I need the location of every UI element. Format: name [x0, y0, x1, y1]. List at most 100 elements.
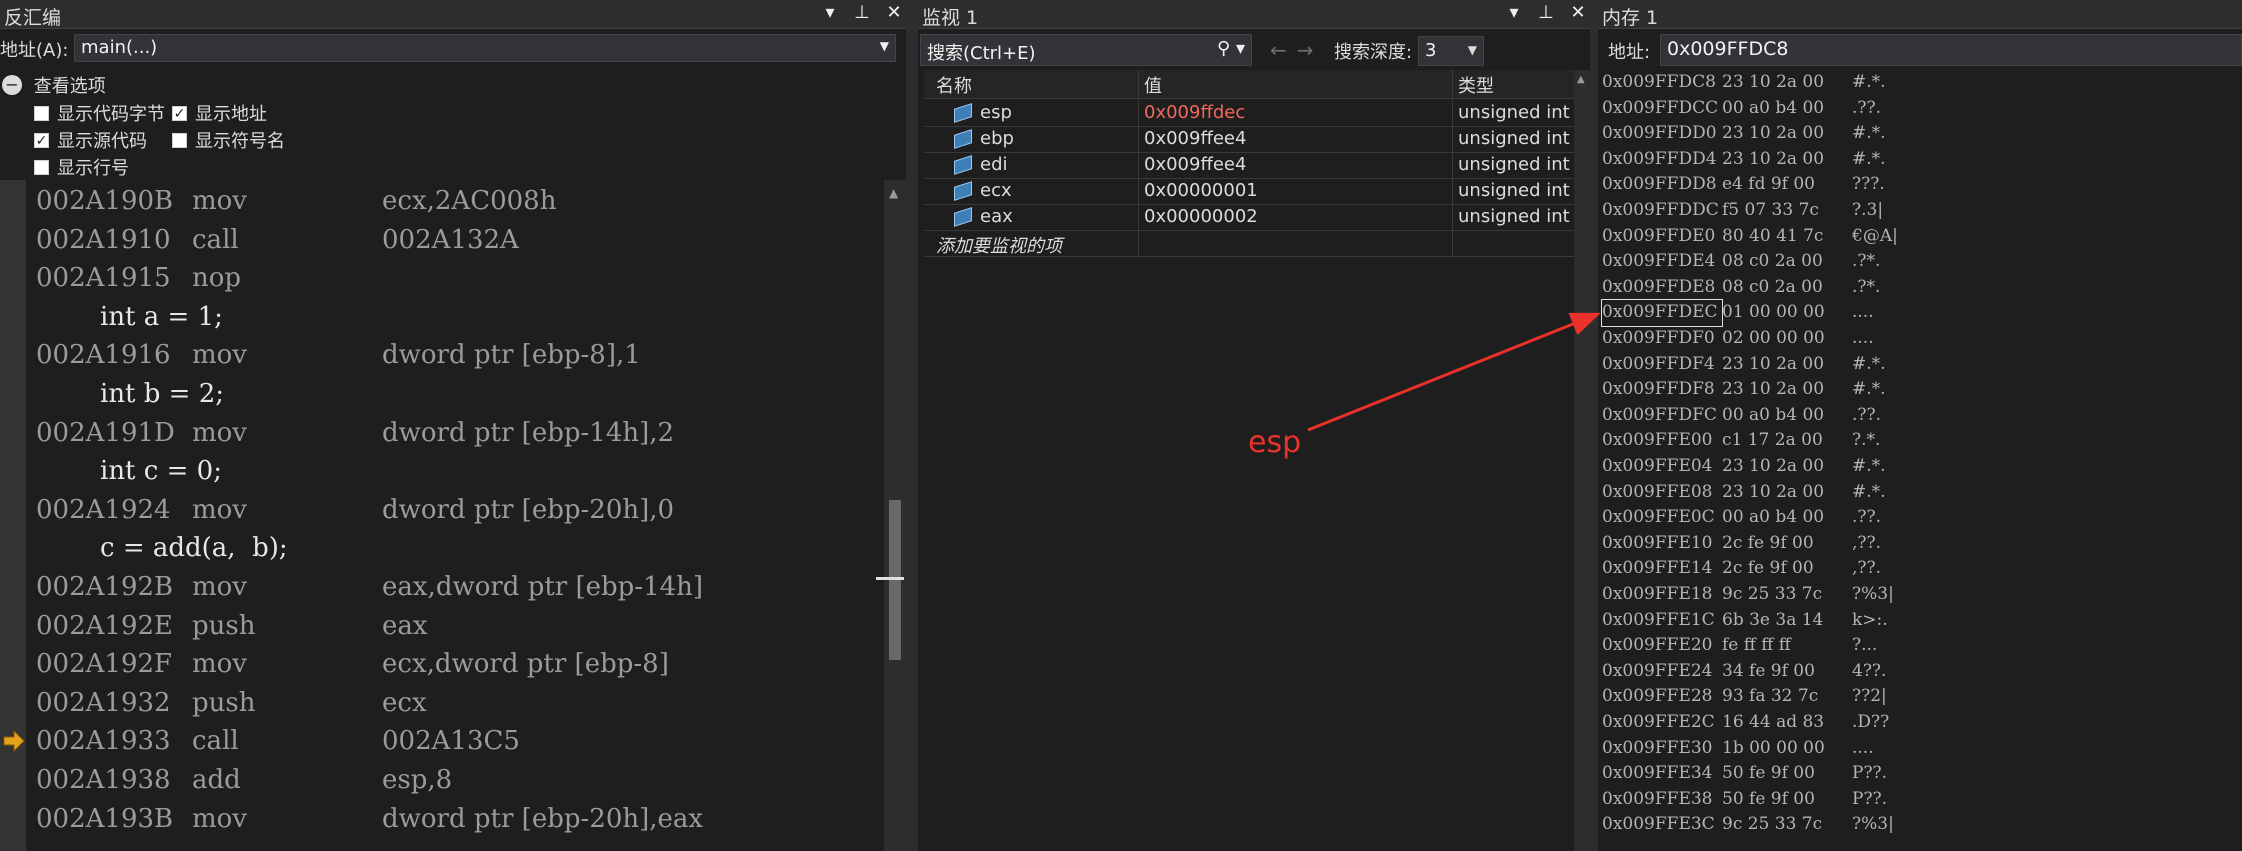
dropdown-icon[interactable]: ▾ [822, 2, 838, 23]
dropdown-icon[interactable]: ▾ [1506, 2, 1522, 23]
memory-bytes[interactable]: 23 10 2a 00 [1722, 147, 1852, 173]
asm-line[interactable]: 002A192E push eax [36, 607, 428, 645]
collapse-icon[interactable]: − [2, 75, 22, 95]
memory-line[interactable]: 0x009FFE1C 6b 3e 3a 14 k>:. [1602, 608, 1888, 634]
scroll-up-icon[interactable]: ▲ [889, 186, 898, 200]
memory-line[interactable]: 0x009FFE2C 16 44 ad 83 .D?? [1602, 710, 1889, 736]
memory-bytes[interactable]: 00 a0 b4 00 [1722, 505, 1852, 531]
memory-line[interactable]: 0x009FFDF0 02 00 00 00.... [1602, 326, 1874, 352]
memory-line[interactable]: 0x009FFE10 2c fe 9f 00,??. [1602, 531, 1881, 557]
watch-value[interactable]: 0x009ffdec [1144, 102, 1444, 123]
memory-bytes[interactable]: 50 fe 9f 00 [1722, 787, 1852, 813]
source-line[interactable]: int b = 2; [36, 375, 224, 413]
memory-line[interactable]: 0x009FFE20 fe ff ff ff?... [1602, 633, 1877, 659]
memory-line[interactable]: 0x009FFE38 50 fe 9f 00 P??. [1602, 787, 1887, 813]
memory-line[interactable]: 0x009FFDCC 00 a0 b4 00.??. [1602, 96, 1881, 122]
pin-icon[interactable]: ⊥ [854, 2, 870, 23]
memory-bytes[interactable]: 23 10 2a 00 [1722, 377, 1852, 403]
memory-line[interactable]: 0x009FFDD4 23 10 2a 00 #.*. [1602, 147, 1886, 173]
memory-line[interactable]: 0x009FFE24 34 fe 9f 00 4??. [1602, 659, 1886, 685]
memory-bytes[interactable]: 08 c0 2a 00 [1722, 275, 1852, 301]
watch-search-input[interactable]: 搜索(Ctrl+E) ⚲ ▾ [920, 34, 1252, 66]
view-options-header[interactable]: − 查看选项 [2, 72, 106, 98]
asm-line[interactable]: 002A1933 call 002A13C5 [36, 722, 520, 760]
pin-icon[interactable]: ⊥ [1538, 2, 1554, 23]
checkbox-show-address[interactable]: ✓ 显示地址 [172, 100, 267, 126]
watch-row[interactable]: edi 0x009ffee4 unsigned int [924, 152, 1576, 179]
asm-line[interactable]: 002A191D mov dword ptr [ebp-14h],2 [36, 414, 674, 452]
memory-address-input[interactable]: 0x009FFDC8 [1660, 34, 2242, 66]
memory-line[interactable]: 0x009FFE04 23 10 2a 00 #.*. [1602, 454, 1886, 480]
source-line[interactable]: int a = 1; [36, 298, 223, 336]
memory-bytes[interactable]: 23 10 2a 00 [1722, 454, 1852, 480]
asm-line[interactable]: 002A1910 call 002A132A [36, 221, 519, 259]
watch-value[interactable]: 0x009ffee4 [1144, 128, 1444, 149]
splitter[interactable] [906, 0, 918, 851]
checkbox-box[interactable] [34, 159, 49, 175]
memory-bytes[interactable]: f5 07 33 7c [1722, 198, 1852, 224]
memory-bytes[interactable]: 23 10 2a 00 [1722, 70, 1852, 96]
asm-line[interactable]: 002A192F mov ecx,dword ptr [ebp-8] [36, 645, 669, 683]
memory-bytes[interactable]: 00 a0 b4 00 [1722, 403, 1852, 429]
checkbox-show-line-numbers[interactable]: 显示行号 [34, 154, 129, 180]
watch-value[interactable]: 0x00000001 [1144, 180, 1444, 201]
memory-bytes[interactable]: 01 00 00 00 [1722, 300, 1852, 326]
watch-name-cell[interactable]: eax [954, 206, 1150, 227]
memory-line[interactable]: 0x009FFDD8 e4 fd 9f 00???. [1602, 172, 1885, 198]
chevron-down-icon[interactable]: ▼ [880, 39, 889, 53]
memory-line[interactable]: 0x009FFDD0 23 10 2a 00 #.*. [1602, 121, 1886, 147]
watch-value[interactable]: 0x009ffee4 [1144, 154, 1444, 175]
close-icon[interactable]: ✕ [1570, 2, 1586, 23]
memory-view[interactable]: 0x009FFDC8 23 10 2a 00 #.*. 0x009FFDCC 00 a0… [1598, 70, 2242, 851]
scrollbar-thumb[interactable] [889, 500, 901, 660]
watch-name-cell[interactable]: edi [954, 154, 1150, 175]
memory-line[interactable]: 0x009FFE34 50 fe 9f 00 P??. [1602, 761, 1887, 787]
chevron-down-icon[interactable]: ▼ [1468, 43, 1477, 57]
memory-line[interactable]: 0x009FFDFC 00 a0 b4 00.??. [1602, 403, 1881, 429]
memory-line[interactable]: 0x009FFE30 1b 00 00 00.... [1602, 736, 1874, 762]
source-line[interactable]: c = add(a, b); [36, 529, 288, 567]
asm-line[interactable]: 002A193B mov dword ptr [ebp-20h],eax [36, 800, 703, 838]
search-nav-arrows[interactable]: ←→ [1270, 38, 1324, 62]
asm-line[interactable]: 002A1924 mov dword ptr [ebp-20h],0 [36, 491, 674, 529]
memory-line[interactable]: 0x009FFDF8 23 10 2a 00 #.*. [1602, 377, 1886, 403]
memory-bytes[interactable]: 9c 25 33 7c [1722, 582, 1852, 608]
memory-bytes[interactable]: e4 fd 9f 00 [1722, 172, 1852, 198]
watch-row[interactable]: ebp 0x009ffee4 unsigned int [924, 126, 1576, 153]
checkbox-box[interactable]: ✓ [172, 105, 187, 121]
memory-line[interactable]: 0x009FFDDC f5 07 33 7c ?.3| [1602, 198, 1883, 224]
memory-line[interactable]: 0x009FFE08 23 10 2a 00 #.*. [1602, 480, 1886, 506]
memory-bytes[interactable]: 9c 25 33 7c [1722, 812, 1852, 838]
source-line[interactable]: int c = 0; [36, 452, 222, 490]
checkbox-show-symbol-names[interactable]: 显示符号名 [172, 127, 285, 153]
column-header-value[interactable]: 值 [1144, 72, 1444, 98]
search-icon[interactable]: ⚲ ▾ [1217, 38, 1245, 59]
add-watch-label[interactable]: 添加要监视的项 [936, 232, 1132, 258]
watch-row[interactable]: eax 0x00000002 unsigned int [924, 204, 1576, 231]
memory-line[interactable]: 0x009FFDE8 08 c0 2a 00 .?*. [1602, 275, 1880, 301]
checkbox-show-source[interactable]: ✓ 显示源代码 [34, 127, 147, 153]
memory-bytes[interactable]: c1 17 2a 00 [1722, 428, 1852, 454]
memory-bytes[interactable]: 23 10 2a 00 [1722, 121, 1852, 147]
memory-line[interactable]: 0x009FFDF4 23 10 2a 00 #.*. [1602, 352, 1886, 378]
memory-line[interactable]: 0x009FFDE0 80 40 41 7c €@A| [1602, 224, 1898, 250]
search-depth-select[interactable]: 3 ▼ [1418, 36, 1484, 66]
memory-line[interactable]: 0x009FFDC8 23 10 2a 00 #.*. [1602, 70, 1886, 96]
checkbox-box[interactable] [172, 132, 187, 148]
memory-bytes[interactable]: 6b 3e 3a 14 [1722, 608, 1852, 634]
watch-value[interactable]: 0x00000002 [1144, 206, 1444, 227]
column-header-type[interactable]: 类型 [1458, 72, 1576, 98]
memory-bytes[interactable]: 23 10 2a 00 [1722, 480, 1852, 506]
memory-bytes[interactable]: 00 a0 b4 00 [1722, 96, 1852, 122]
memory-line[interactable]: 0x009FFE18 9c 25 33 7c ?%3| [1602, 582, 1894, 608]
memory-bytes[interactable]: 08 c0 2a 00 [1722, 249, 1852, 275]
memory-bytes[interactable]: 23 10 2a 00 [1722, 352, 1852, 378]
memory-line[interactable]: 0x009FFDE4 08 c0 2a 00 .?*. [1602, 249, 1880, 275]
disassembly-code-view[interactable]: 002A190B mov ecx,2AC008h 002A1910 call 002A13… [0, 180, 880, 851]
memory-bytes[interactable]: 80 40 41 7c [1722, 224, 1852, 250]
asm-line[interactable]: 002A1915 nop [36, 259, 382, 297]
memory-bytes[interactable]: 50 fe 9f 00 [1722, 761, 1852, 787]
watch-row[interactable]: esp 0x009ffdec unsigned int [924, 100, 1576, 127]
watch-name-cell[interactable]: esp [954, 102, 1150, 123]
address-combobox[interactable]: main(...) ▼ [74, 34, 896, 62]
